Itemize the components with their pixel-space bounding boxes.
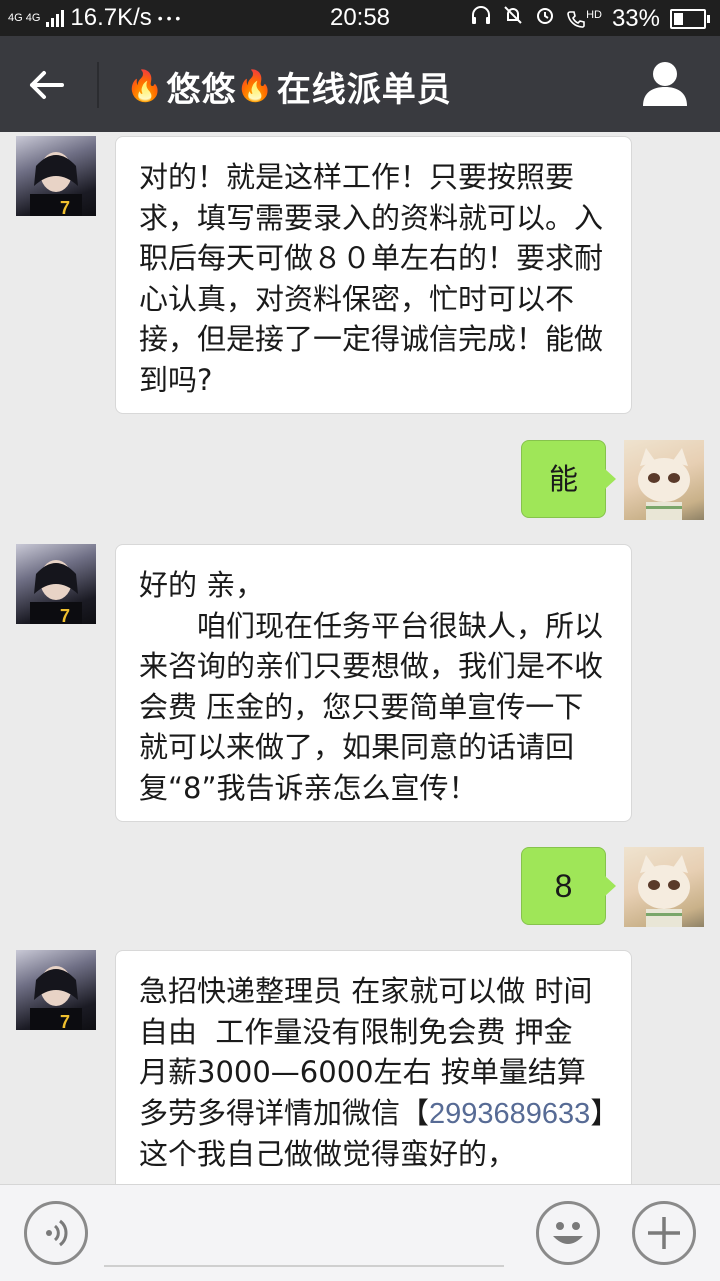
user-avatar[interactable] [624,440,704,520]
headset-icon [470,5,492,33]
profile-button[interactable] [640,58,690,110]
message-bubble-received[interactable]: 好的 亲， 咱们现在任务平台很缺人，所以来咨询的亲们只要想做，我们是不收会费 压… [115,544,632,822]
input-bar [0,1184,720,1281]
alarm-icon [534,4,556,33]
contact-avatar[interactable]: 7 [16,544,96,624]
message-bubble-received[interactable]: 对的！就是这样工作！只要按照要求，填写需要录入的资料就可以。入职后每天可做８０单… [115,136,632,414]
message-line: 好的 亲， [139,568,265,602]
person-icon [643,62,687,106]
voice-icon [46,1219,68,1247]
fire-icon: 🔥 [236,69,275,104]
svg-text:7: 7 [60,1012,70,1030]
contact-avatar[interactable]: 7 [16,136,96,216]
battery-percent: 33% [611,4,660,32]
fire-icon: 🔥 [126,69,165,104]
contact-avatar[interactable]: 7 [16,950,96,1030]
chat-header: 🔥 悠悠 🔥 在线派单员 [0,36,720,132]
more-button[interactable] [632,1201,696,1265]
smile-icon [553,1222,583,1244]
emoji-button[interactable] [536,1201,600,1265]
mute-bell-icon [502,4,524,33]
message-bubble-sent[interactable]: 能 [521,440,616,518]
user-avatar[interactable] [624,847,704,927]
voice-button[interactable] [24,1201,88,1265]
title-part2: 在线派单员 [276,70,452,110]
chat-title: 🔥 悠悠 🔥 在线派单员 [126,62,452,111]
hd-call-icon: HD [566,9,602,29]
wechat-number-link[interactable]: 2993689633 [429,1098,590,1130]
battery-icon [670,8,710,29]
svg-text:7: 7 [60,606,70,624]
title-part1: 悠悠 [166,70,237,110]
svg-text:7: 7 [60,198,70,216]
plus-icon [648,1217,680,1249]
message-bubble-received[interactable]: 急招快递整理员 在家就可以做 时间自由 工作量没有限制免会费 押金 月薪3000… [115,950,632,1210]
message-input[interactable] [104,1265,504,1267]
arrow-left-icon [30,71,64,99]
header-divider [97,62,99,108]
message-bubble-sent[interactable]: 8 [521,847,616,925]
back-button[interactable] [22,60,72,110]
status-bar: 4G 4G 16.7K/s • • • 20:58 HD 33% [0,0,720,36]
message-body: 咱们现在任务平台很缺人，所以来咨询的亲们只要想做，我们是不收会费 压金的，您只要… [139,608,604,805]
